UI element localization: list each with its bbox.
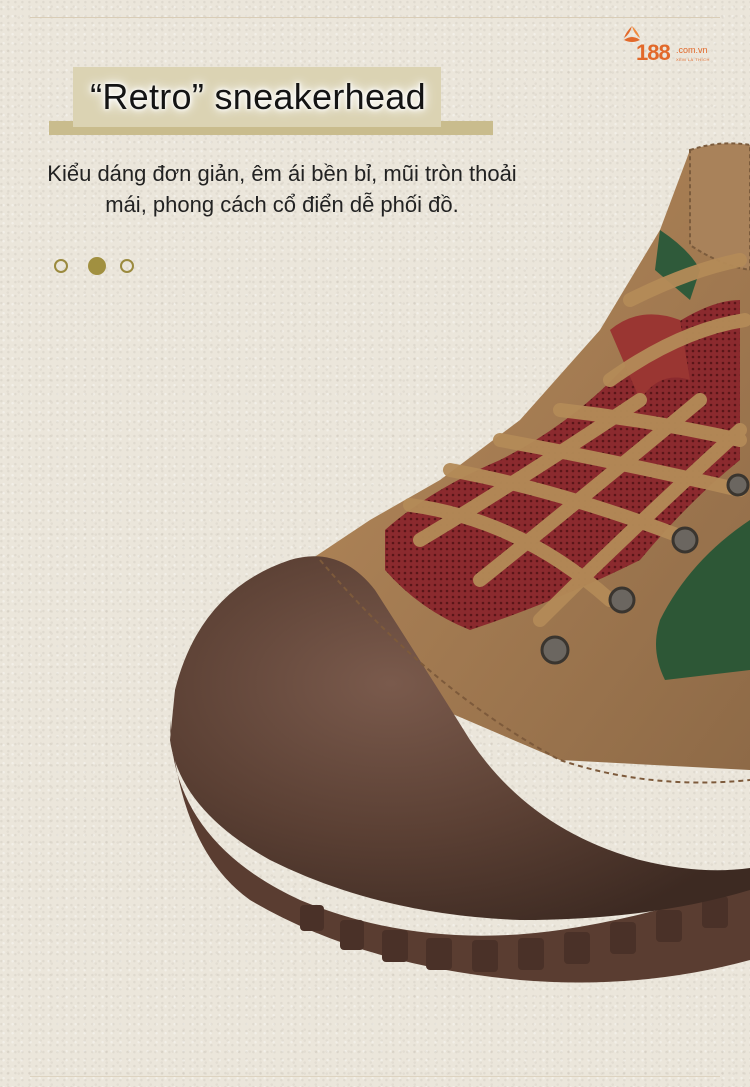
ankle-strap <box>689 142 750 272</box>
logo-number: 188 <box>636 40 671 65</box>
logo-tagline: XEM LÀ THÍCH <box>676 57 710 62</box>
logo-domain: .com.vn <box>676 45 708 55</box>
description-line-1: Kiểu dáng đơn giản, êm ái bền bỉ, mũi tr… <box>47 161 517 186</box>
carousel-dot-3[interactable] <box>120 259 134 273</box>
carousel-dot-1[interactable] <box>54 259 68 273</box>
carousel-dot-2[interactable] <box>88 257 106 275</box>
headline-title: “Retro” sneakerhead <box>90 76 426 117</box>
headline-description: Kiểu dáng đơn giản, êm ái bền bỉ, mũi tr… <box>0 158 564 220</box>
brand-logo[interactable]: 188 .com.vn XEM LÀ THÍCH <box>620 24 732 66</box>
description-line-2: mái, phong cách cổ điển dễ phối đồ. <box>105 192 459 217</box>
